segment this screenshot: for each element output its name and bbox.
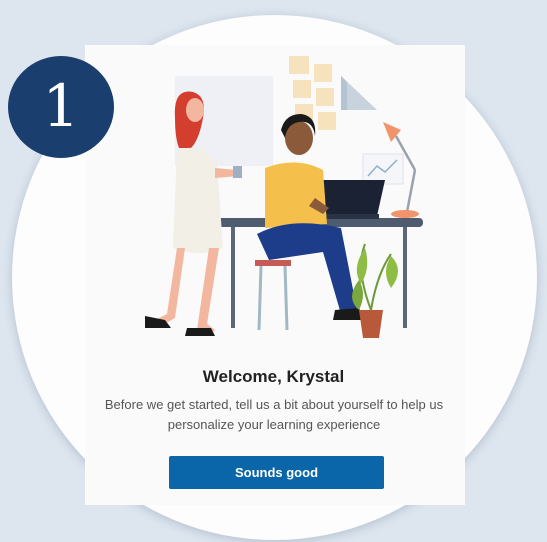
potted-plant bbox=[352, 243, 398, 338]
welcome-subtitle: Before we get started, tell us a bit abo… bbox=[104, 397, 444, 432]
welcome-title: Welcome, Krystal bbox=[202, 367, 345, 386]
step-number-badge: 1 bbox=[8, 56, 114, 158]
welcome-illustration bbox=[145, 56, 423, 338]
chart-card-decoration bbox=[362, 153, 404, 185]
step-number: 1 bbox=[42, 72, 80, 140]
sounds-good-button[interactable]: Sounds good bbox=[169, 456, 384, 489]
